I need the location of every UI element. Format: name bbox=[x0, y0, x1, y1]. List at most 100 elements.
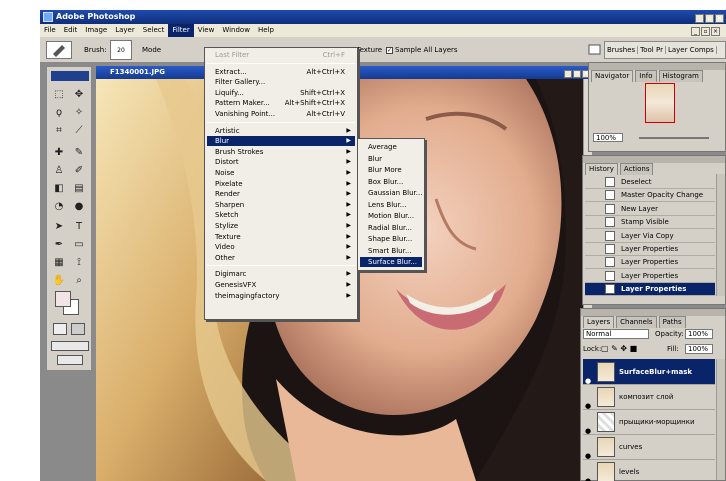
history-state[interactable]: Master Opacity Change bbox=[585, 189, 715, 203]
panel-tab[interactable]: Channels bbox=[616, 316, 657, 328]
eyedropper-tool-icon[interactable]: ⟟ bbox=[70, 255, 88, 271]
palette-well-tab[interactable]: Layer Comps bbox=[665, 46, 717, 54]
navigator-zoom-slider[interactable] bbox=[639, 137, 709, 139]
filter-menu-item[interactable]: Stylize ▶ bbox=[207, 221, 355, 231]
tool-preset-picker[interactable] bbox=[46, 41, 72, 59]
slice-tool-icon[interactable]: ⟋ bbox=[70, 123, 88, 139]
filter-menu-item[interactable]: Vanishing Point... Alt+Ctrl+V bbox=[207, 109, 355, 119]
filter-menu-item[interactable]: Brush Strokes ▶ bbox=[207, 147, 355, 157]
history-brush-tool-icon[interactable]: ✐ bbox=[70, 163, 88, 179]
quick-mask-mode-icon[interactable] bbox=[71, 323, 85, 335]
filter-menu-item[interactable]: Artistic ▶ bbox=[207, 126, 355, 136]
restore-icon[interactable]: ▫ bbox=[705, 14, 714, 23]
filter-menu-item[interactable]: Pixelate ▶ bbox=[207, 179, 355, 189]
blur-menu-item[interactable]: Blur More bbox=[360, 165, 422, 175]
filter-menu-item[interactable]: Other ▶ bbox=[207, 253, 355, 263]
visibility-eye-icon[interactable]: ● bbox=[585, 468, 591, 481]
blur-menu-item[interactable]: Radial Blur... bbox=[360, 223, 422, 233]
zoom-tool-icon[interactable]: ⌕ bbox=[70, 273, 88, 289]
menu-window[interactable]: Window bbox=[218, 24, 254, 37]
history-state[interactable]: Layer Properties bbox=[585, 256, 715, 270]
panel-tab[interactable]: Navigator bbox=[591, 70, 634, 82]
history-scrollbar[interactable] bbox=[716, 174, 725, 296]
blur-menu-item[interactable]: Motion Blur... bbox=[360, 211, 422, 221]
hand-tool-icon[interactable]: ✋ bbox=[50, 273, 68, 289]
history-state[interactable]: Layer Properties bbox=[585, 243, 715, 256]
filter-menu-item[interactable]: Video ▶ bbox=[207, 242, 355, 252]
menu-help[interactable]: Help bbox=[254, 24, 278, 37]
layer-row[interactable]: ● levels bbox=[583, 459, 715, 481]
history-state[interactable]: Layer Via Copy bbox=[585, 230, 715, 243]
layer-row[interactable]: ● curves bbox=[583, 434, 715, 460]
panel-header[interactable] bbox=[583, 156, 725, 163]
blur-menu-item[interactable]: Blur bbox=[360, 154, 422, 164]
panel-tab[interactable]: Actions bbox=[619, 163, 654, 175]
minimize-icon[interactable]: _ bbox=[691, 27, 700, 36]
panel-tab[interactable]: History bbox=[585, 163, 618, 175]
restore-icon[interactable]: ▫ bbox=[701, 27, 710, 36]
menu-filter[interactable]: Filter bbox=[168, 24, 194, 37]
menu-layer[interactable]: Layer bbox=[111, 24, 139, 37]
brush-tool-icon[interactable]: ✎ bbox=[70, 145, 88, 161]
history-state[interactable]: Stamp Visible bbox=[585, 216, 715, 230]
panel-tab[interactable]: Histogram bbox=[658, 70, 703, 82]
history-state[interactable]: Layer Properties bbox=[585, 283, 715, 297]
navigator-zoom-field[interactable]: 100% bbox=[593, 133, 623, 142]
filter-menu-item[interactable]: Digimarc ▶ bbox=[207, 269, 355, 279]
panel-tab[interactable]: Paths bbox=[658, 316, 686, 328]
magic-wand-tool-icon[interactable]: ✧ bbox=[70, 105, 88, 121]
menu-image[interactable]: Image bbox=[81, 24, 111, 37]
brush-size-picker[interactable]: 20 bbox=[110, 40, 132, 60]
jump-to-imageready-icon[interactable] bbox=[57, 355, 83, 365]
blur-menu-item[interactable]: Smart Blur... bbox=[360, 246, 422, 256]
palette-well-tab[interactable]: Tool Pr bbox=[638, 46, 666, 54]
screen-mode-icon[interactable] bbox=[51, 341, 89, 351]
lasso-tool-icon[interactable]: ϙ bbox=[50, 105, 68, 121]
gradient-tool-icon[interactable]: ▤ bbox=[70, 181, 88, 197]
panel-tab[interactable]: Info bbox=[635, 70, 657, 82]
close-icon[interactable]: × bbox=[711, 27, 720, 36]
navigator-preview[interactable] bbox=[645, 83, 675, 123]
blur-tool-icon[interactable]: ◔ bbox=[50, 199, 68, 215]
history-state[interactable]: Deselect bbox=[585, 176, 715, 189]
filter-menu-item[interactable]: Sharpen ▶ bbox=[207, 200, 355, 210]
palette-well-tab[interactable]: Brushes bbox=[605, 46, 639, 54]
history-state[interactable]: Layer Properties bbox=[585, 270, 715, 283]
fill-field[interactable]: 100% bbox=[685, 344, 713, 354]
panel-tab[interactable]: Layers bbox=[583, 316, 615, 328]
history-state[interactable]: New Layer bbox=[585, 203, 715, 216]
blur-menu-item[interactable]: Box Blur... bbox=[360, 177, 422, 187]
path-selection-tool-icon[interactable]: ➤ bbox=[50, 219, 68, 235]
layers-scrollbar[interactable] bbox=[716, 359, 725, 480]
clone-stamp-tool-icon[interactable]: ♙ bbox=[50, 163, 68, 179]
filter-menu-item[interactable]: Render ▶ bbox=[207, 189, 355, 199]
pen-tool-icon[interactable]: ✒ bbox=[50, 237, 68, 253]
type-tool-icon[interactable]: T bbox=[70, 219, 88, 235]
blur-menu-item[interactable]: Surface Blur... bbox=[360, 257, 422, 267]
layer-row[interactable]: ● композит слой bbox=[583, 384, 715, 410]
filter-menu-item[interactable]: Noise ▶ bbox=[207, 168, 355, 178]
blend-mode-select[interactable]: Normal bbox=[583, 329, 649, 339]
layer-row[interactable]: ● прыщики-морщинки bbox=[583, 409, 715, 435]
filter-menu-item[interactable]: Blur ▶ bbox=[207, 136, 355, 147]
eraser-tool-icon[interactable]: ◧ bbox=[50, 181, 68, 197]
notes-tool-icon[interactable]: ▦ bbox=[50, 255, 68, 271]
filter-menu-item[interactable]: Pattern Maker... Alt+Shift+Ctrl+X bbox=[207, 98, 355, 108]
blur-menu-item[interactable]: Average bbox=[360, 142, 422, 152]
restore-icon[interactable]: ▫ bbox=[573, 70, 581, 78]
palette-well-icon[interactable] bbox=[588, 42, 602, 56]
crop-tool-icon[interactable]: ⌗ bbox=[50, 123, 68, 139]
filter-menu-item[interactable]: Distort ▶ bbox=[207, 157, 355, 167]
opacity-field[interactable]: 100% bbox=[685, 329, 713, 339]
filter-menu-item[interactable]: Texture ▶ bbox=[207, 232, 355, 242]
checkbox-checked-icon[interactable]: ✓ bbox=[386, 46, 393, 54]
dodge-tool-icon[interactable]: ● bbox=[70, 199, 88, 215]
filter-menu-item[interactable]: GenesisVFX ▶ bbox=[207, 280, 355, 290]
shape-tool-icon[interactable]: ▭ bbox=[70, 237, 88, 253]
window-controls[interactable]: _ ▫ × bbox=[694, 11, 724, 25]
panel-header[interactable] bbox=[589, 63, 725, 70]
close-icon[interactable]: × bbox=[715, 14, 724, 23]
layer-row[interactable]: ● SurfaceBlur+mask bbox=[583, 359, 715, 385]
blur-menu-item[interactable]: Shape Blur... bbox=[360, 234, 422, 244]
filter-menu-item[interactable]: Filter Gallery... bbox=[207, 77, 355, 87]
